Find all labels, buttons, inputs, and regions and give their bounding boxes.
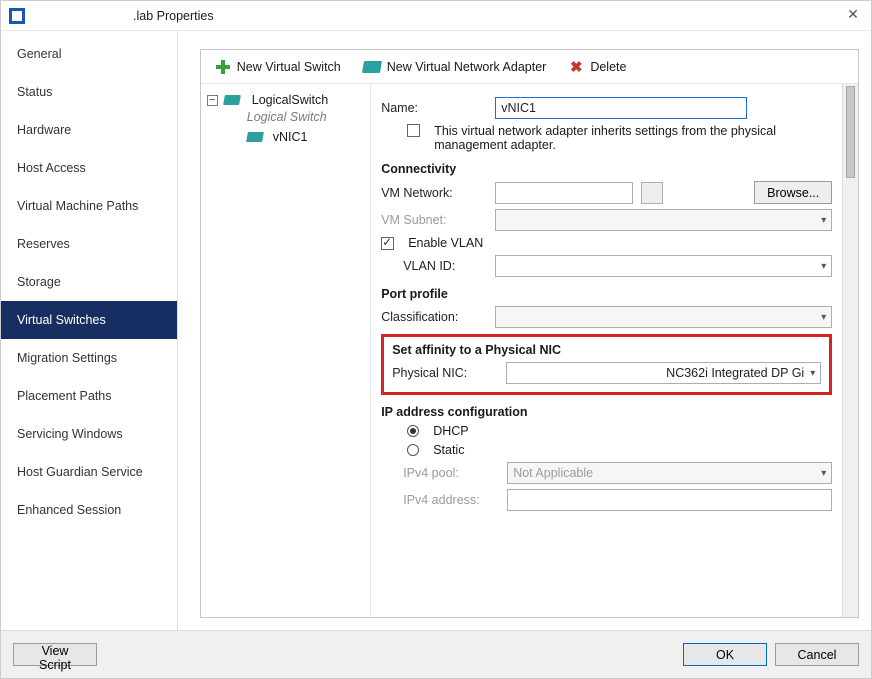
- vm-network-input[interactable]: [495, 182, 633, 204]
- ipv4-pool-label: IPv4 pool:: [381, 466, 499, 480]
- vm-subnet-select: ▾: [495, 209, 832, 231]
- ipv4-address-label: IPv4 address:: [381, 493, 499, 507]
- vlan-id-select[interactable]: ▾: [495, 255, 832, 277]
- chevron-down-icon: ▾: [821, 312, 826, 323]
- network-adapter-icon: [246, 132, 264, 142]
- sidebar-item-servicing-windows[interactable]: Servicing Windows: [1, 415, 177, 453]
- delete-icon: ✖: [568, 58, 584, 76]
- sidebar-item-placement-paths[interactable]: Placement Paths: [1, 377, 177, 415]
- chevron-down-icon: ▾: [821, 468, 826, 479]
- sidebar-item-enhanced-session[interactable]: Enhanced Session: [1, 491, 177, 529]
- plus-icon: [215, 59, 231, 75]
- port-profile-heading: Port profile: [381, 287, 832, 301]
- dhcp-radio[interactable]: [407, 425, 419, 437]
- connectivity-heading: Connectivity: [381, 162, 832, 176]
- ipv4-pool-select: Not Applicable ▾: [507, 462, 832, 484]
- vm-network-dropdown-button[interactable]: [641, 182, 663, 204]
- tree-node-label: LogicalSwitch: [252, 93, 328, 107]
- switch-tree: − LogicalSwitch Logical Switch vNIC1: [201, 84, 371, 617]
- vlan-id-label: VLAN ID:: [381, 259, 487, 273]
- sidebar-item-general[interactable]: General: [1, 35, 177, 73]
- ipv4-pool-value: Not Applicable: [513, 466, 593, 480]
- sidebar-item-reserves[interactable]: Reserves: [1, 225, 177, 263]
- sidebar-item-host-access[interactable]: Host Access: [1, 149, 177, 187]
- classification-select[interactable]: ▾: [495, 306, 832, 328]
- vm-subnet-label: VM Subnet:: [381, 213, 487, 227]
- delete-label: Delete: [590, 60, 626, 74]
- affinity-heading: Set affinity to a Physical NIC: [392, 343, 821, 357]
- sidebar: General Status Hardware Host Access Virt…: [1, 31, 178, 630]
- collapse-icon[interactable]: −: [207, 95, 218, 106]
- sidebar-item-migration[interactable]: Migration Settings: [1, 339, 177, 377]
- sidebar-item-hardware[interactable]: Hardware: [1, 111, 177, 149]
- classification-label: Classification:: [381, 310, 487, 324]
- name-input[interactable]: [495, 97, 747, 119]
- tree-child-label: vNIC1: [273, 130, 308, 144]
- browse-button[interactable]: Browse...: [754, 181, 832, 204]
- sidebar-item-status[interactable]: Status: [1, 73, 177, 111]
- tree-node-subtitle: Logical Switch: [205, 110, 366, 127]
- ip-config-heading: IP address configuration: [381, 405, 832, 419]
- chevron-down-icon: ▾: [821, 215, 826, 226]
- main-panel: New Virtual Switch New Virtual Network A…: [200, 49, 859, 618]
- tree-node-vnic1[interactable]: vNIC1: [205, 127, 366, 147]
- ipv4-address-input: [507, 489, 832, 511]
- view-script-button[interactable]: View Script: [13, 643, 97, 666]
- new-virtual-adapter-label: New Virtual Network Adapter: [387, 60, 547, 74]
- new-virtual-switch-button[interactable]: New Virtual Switch: [207, 56, 349, 78]
- enable-vlan-label: Enable VLAN: [408, 236, 483, 250]
- chevron-down-icon: ▾: [821, 261, 826, 272]
- sidebar-item-host-guardian[interactable]: Host Guardian Service: [1, 453, 177, 491]
- static-label: Static: [433, 443, 464, 457]
- network-adapter-icon: [362, 61, 382, 73]
- inherit-label: This virtual network adapter inherits se…: [434, 124, 832, 152]
- app-icon: [9, 8, 25, 24]
- enable-vlan-checkbox[interactable]: [381, 237, 394, 250]
- close-icon[interactable]: ✕: [841, 5, 865, 25]
- vm-network-label: VM Network:: [381, 186, 487, 200]
- chevron-down-icon: ▾: [810, 368, 815, 379]
- new-virtual-adapter-button[interactable]: New Virtual Network Adapter: [355, 57, 555, 77]
- name-label: Name:: [381, 101, 487, 115]
- dialog-footer: View Script OK Cancel: [1, 630, 871, 678]
- sidebar-item-storage[interactable]: Storage: [1, 263, 177, 301]
- ok-button[interactable]: OK: [683, 643, 767, 666]
- new-virtual-switch-label: New Virtual Switch: [237, 60, 341, 74]
- toolbar: New Virtual Switch New Virtual Network A…: [201, 50, 858, 84]
- physical-nic-select[interactable]: NC362i Integrated DP Gi ▾: [506, 362, 821, 384]
- delete-button[interactable]: ✖ Delete: [560, 55, 634, 79]
- window-title: .lab Properties: [133, 9, 214, 23]
- static-radio[interactable]: [407, 444, 419, 456]
- tree-node-logical-switch[interactable]: − LogicalSwitch: [205, 90, 366, 110]
- scrollbar[interactable]: [842, 84, 858, 617]
- physical-nic-label: Physical NIC:: [392, 366, 498, 380]
- sidebar-item-virtual-switches[interactable]: Virtual Switches: [1, 301, 177, 339]
- dhcp-label: DHCP: [433, 424, 468, 438]
- detail-pane: Name: This virtual network adapter inher…: [371, 84, 842, 617]
- cancel-button[interactable]: Cancel: [775, 643, 859, 666]
- physical-nic-value: NC362i Integrated DP Gi: [666, 366, 804, 380]
- affinity-section: Set affinity to a Physical NIC Physical …: [381, 334, 832, 395]
- inherit-checkbox[interactable]: [407, 124, 420, 137]
- switch-icon: [223, 95, 241, 105]
- title-bar: .lab Properties ✕: [1, 1, 871, 31]
- sidebar-item-vm-paths[interactable]: Virtual Machine Paths: [1, 187, 177, 225]
